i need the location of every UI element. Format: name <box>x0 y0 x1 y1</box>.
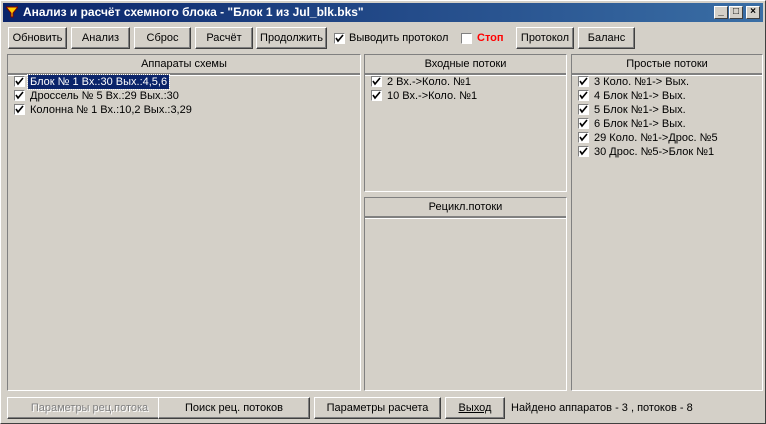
output-protocol-checkbox[interactable] <box>334 33 345 44</box>
recycle-streams-header: Рецикл.потоки <box>365 198 566 218</box>
stop-checkbox[interactable] <box>461 33 472 44</box>
reset-button[interactable]: Сброс <box>134 27 191 49</box>
calculate-button[interactable]: Расчёт <box>195 27 253 49</box>
minimize-icon: _ <box>718 6 724 17</box>
maximize-button[interactable]: □ <box>729 6 743 19</box>
item-checkbox[interactable] <box>578 118 589 129</box>
item-label: Колонна № 1 Вх.:10,2 Вых.:3,29 <box>30 104 192 116</box>
close-button[interactable]: × <box>746 6 760 19</box>
checkmark-icon <box>15 91 24 100</box>
recycle-params-button[interactable]: Параметры рец.потока <box>7 397 172 419</box>
close-icon: × <box>750 6 756 17</box>
list-item[interactable]: Блок № 1 Вх.:30 Вых.:4,5,6 <box>10 74 358 90</box>
item-label: 29 Коло. №1->Дрос. №5 <box>594 132 718 144</box>
checkmark-icon <box>15 105 24 114</box>
list-item[interactable]: Дроссель № 5 Вх.:29 Вых.:30 <box>10 89 358 103</box>
checkmark-icon <box>579 119 588 128</box>
list-item[interactable]: 5 Блок №1-> Вых. <box>574 103 760 117</box>
apparatus-panel: Аппараты схемы Блок № 1 Вх.:30 Вых.:4,5,… <box>7 54 361 391</box>
checkmark-icon <box>579 133 588 142</box>
input-streams-header: Входные потоки <box>365 55 566 75</box>
minimize-button[interactable]: _ <box>714 6 728 19</box>
recycle-streams-list[interactable] <box>367 218 564 388</box>
list-item[interactable]: 2 Вх.->Коло. №1 <box>367 75 564 89</box>
item-checkbox[interactable] <box>578 104 589 115</box>
find-recycle-button[interactable]: Поиск рец. потоков <box>158 397 310 419</box>
item-checkbox[interactable] <box>14 104 25 115</box>
item-checkbox[interactable] <box>14 76 25 87</box>
maximize-icon: □ <box>732 6 740 17</box>
calc-params-button[interactable]: Параметры расчета <box>314 397 441 419</box>
checkmark-icon <box>15 77 24 86</box>
window-title: Анализ и расчёт схемного блока - "Блок 1… <box>23 5 364 19</box>
apparatus-list[interactable]: Блок № 1 Вх.:30 Вых.:4,5,6 Дроссель № 5 … <box>10 74 358 388</box>
item-checkbox[interactable] <box>578 76 589 87</box>
simple-streams-header: Простые потоки <box>572 55 762 75</box>
list-item[interactable]: 4 Блок №1-> Вых. <box>574 89 760 103</box>
refresh-button[interactable]: Обновить <box>8 27 67 49</box>
item-label: 4 Блок №1-> Вых. <box>594 90 686 102</box>
item-label: Дроссель № 5 Вх.:29 Вых.:30 <box>30 90 179 102</box>
list-item[interactable]: 3 Коло. №1-> Вых. <box>574 75 760 89</box>
checkmark-icon <box>579 147 588 156</box>
item-label: 3 Коло. №1-> Вых. <box>594 76 690 88</box>
item-checkbox[interactable] <box>578 90 589 101</box>
item-checkbox[interactable] <box>371 90 382 101</box>
checkmark-icon <box>579 77 588 86</box>
stop-label[interactable]: Стоп <box>477 32 504 44</box>
item-checkbox[interactable] <box>578 146 589 157</box>
checkmark-icon <box>372 91 381 100</box>
checkmark-icon <box>579 91 588 100</box>
item-checkbox[interactable] <box>371 76 382 87</box>
apparatus-header: Аппараты схемы <box>8 55 360 75</box>
checkmark-icon <box>335 34 344 43</box>
analyze-button[interactable]: Анализ <box>71 27 130 49</box>
item-label: 30 Дрос. №5->Блок №1 <box>594 146 715 158</box>
list-item[interactable]: Колонна № 1 Вх.:10,2 Вых.:3,29 <box>10 103 358 117</box>
recycle-streams-panel: Рецикл.потоки <box>364 197 567 391</box>
item-label: Блок № 1 Вх.:30 Вых.:4,5,6 <box>26 74 171 90</box>
list-item[interactable]: 10 Вх.->Коло. №1 <box>367 89 564 103</box>
protocol-button[interactable]: Протокол <box>516 27 574 49</box>
app-funnel-icon <box>6 6 18 18</box>
output-protocol-label[interactable]: Выводить протокол <box>349 32 448 44</box>
input-streams-list[interactable]: 2 Вх.->Коло. №1 10 Вх.->Коло. №1 <box>367 75 564 189</box>
list-item[interactable]: 6 Блок №1-> Вых. <box>574 117 760 131</box>
item-label: 10 Вх.->Коло. №1 <box>387 90 478 102</box>
status-text: Найдено аппаратов - 3 , потоков - 8 <box>511 402 693 414</box>
checkmark-icon <box>372 77 381 86</box>
list-item[interactable]: 30 Дрос. №5->Блок №1 <box>574 145 760 159</box>
continue-button[interactable]: Продолжить <box>256 27 327 49</box>
title-bar[interactable]: Анализ и расчёт схемного блока - "Блок 1… <box>3 3 763 22</box>
item-label: 2 Вх.->Коло. №1 <box>387 76 472 88</box>
exit-button[interactable]: Выход <box>445 397 505 419</box>
item-checkbox[interactable] <box>578 132 589 143</box>
balance-button[interactable]: Баланс <box>578 27 635 49</box>
input-streams-panel: Входные потоки 2 Вх.->Коло. №1 10 Вх.->К… <box>364 54 567 192</box>
list-item[interactable]: 29 Коло. №1->Дрос. №5 <box>574 131 760 145</box>
item-label: 6 Блок №1-> Вых. <box>594 118 686 130</box>
main-window: Анализ и расчёт схемного блока - "Блок 1… <box>0 0 766 424</box>
simple-streams-panel: Простые потоки 3 Коло. №1-> Вых. 4 Блок … <box>571 54 763 391</box>
item-label: 5 Блок №1-> Вых. <box>594 104 686 116</box>
item-checkbox[interactable] <box>14 90 25 101</box>
checkmark-icon <box>579 105 588 114</box>
simple-streams-list[interactable]: 3 Коло. №1-> Вых. 4 Блок №1-> Вых. 5 Бло… <box>574 75 760 388</box>
